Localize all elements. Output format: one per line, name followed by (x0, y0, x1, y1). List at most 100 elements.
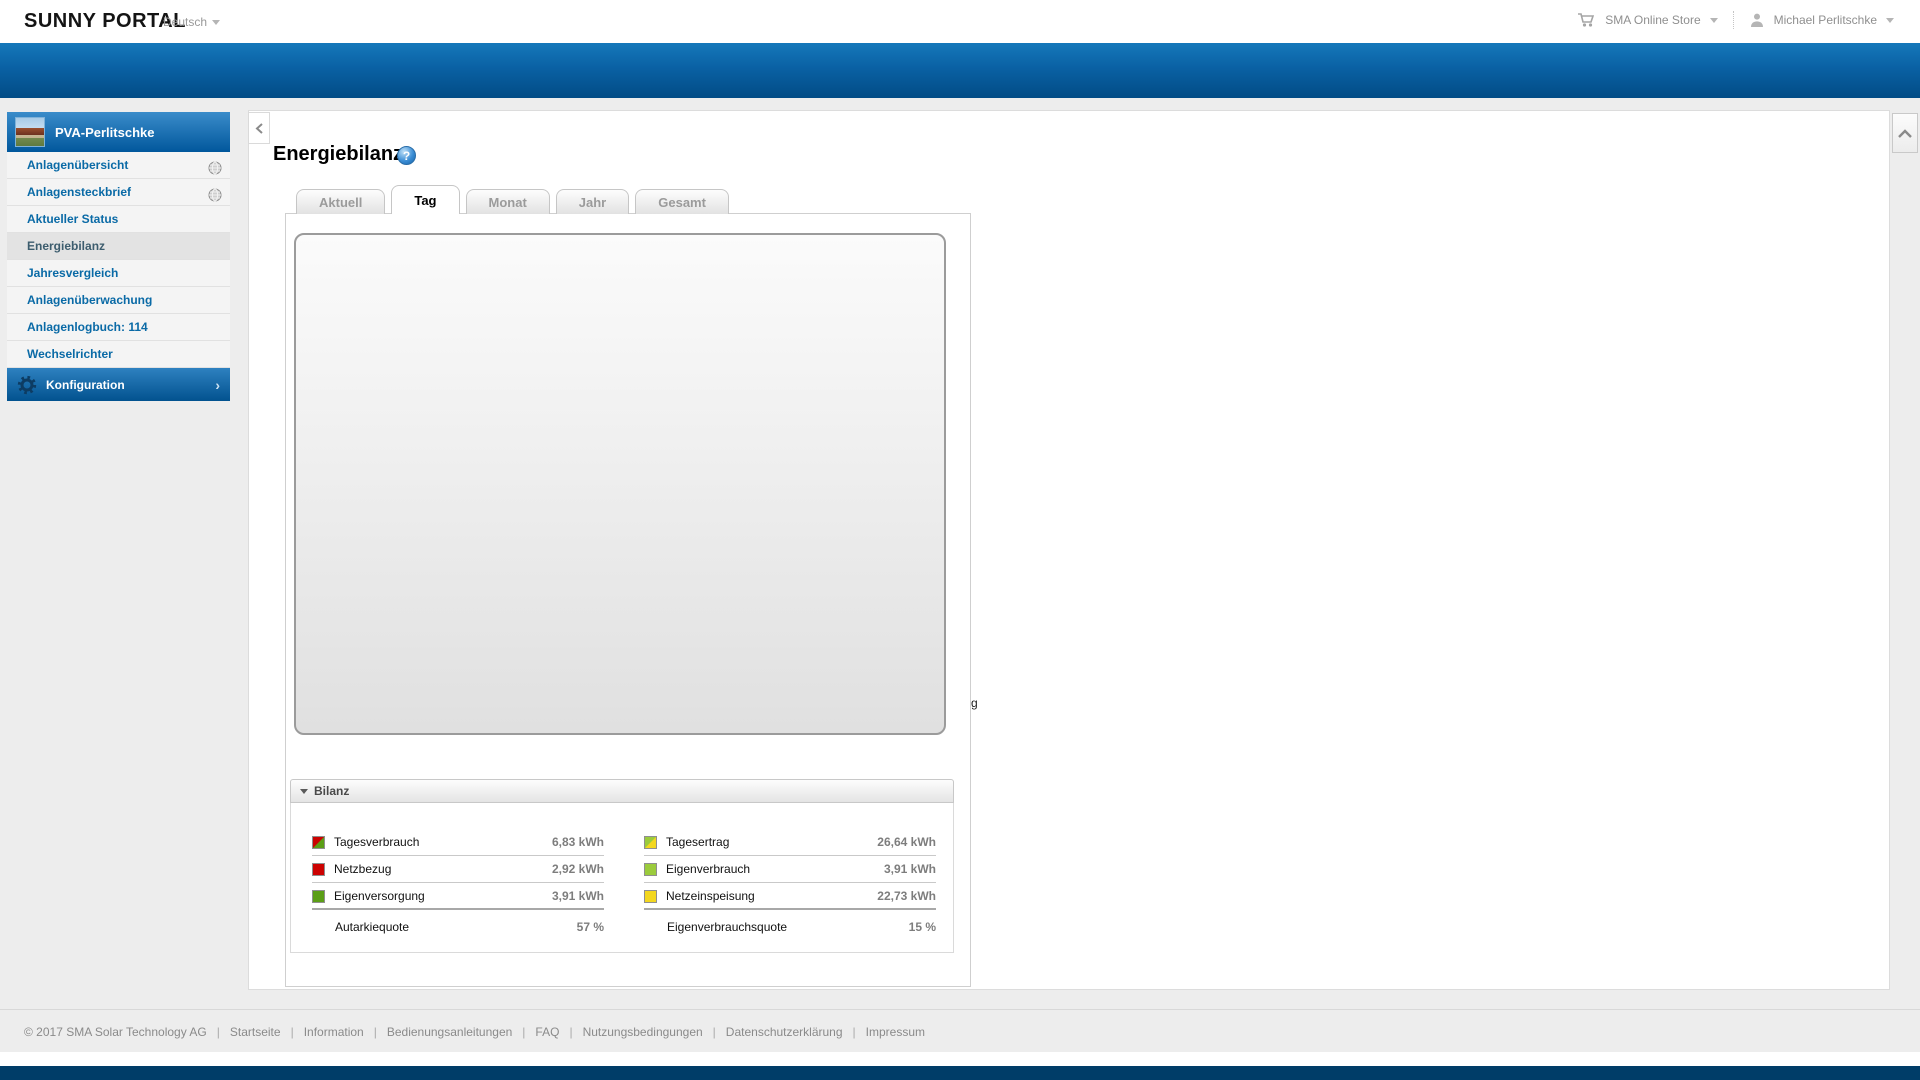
sidebar-menu: Anlagenübersicht Anlagensteckbrief Aktuell… (7, 152, 230, 368)
plant-photo-thumbnail (15, 117, 45, 147)
chevron-right-icon: › (215, 376, 220, 393)
sidebar: PVA-Perlitschke Anlagenübersicht Anlagens… (7, 112, 230, 401)
bilanz-left-column: Tagesverbrauch 6,83 kWh Netzbezug 2,92 kWh E… (312, 829, 604, 952)
user-icon (1749, 12, 1765, 28)
balance-value: 3,91 kWh (551, 888, 604, 903)
store-menu[interactable]: SMA Online Store (1605, 13, 1700, 27)
balance-swatch (644, 863, 657, 876)
plant-name: PVA-Perlitschke (55, 124, 155, 140)
language-label: Deutsch (163, 15, 208, 29)
sidebar-item-anlagensteckbrief[interactable]: Anlagensteckbrief (7, 179, 230, 206)
collapse-triangle-icon (300, 788, 308, 794)
chevron-down-icon (1886, 17, 1894, 23)
tab-aktuell[interactable]: Aktuell (296, 189, 386, 214)
sunny-portal-app: SUNNY PORTAL Deutsch SMA Online Store Mi… (0, 0, 1920, 1080)
balance-label: Netzbezug (334, 862, 392, 876)
footer-link-information[interactable]: Information (304, 1025, 364, 1039)
language-dropdown[interactable]: Deutsch (163, 15, 221, 29)
sidebar-item-konfiguration[interactable]: Konfiguration › (7, 368, 230, 401)
sidebar-item-anlagen-berwachung[interactable]: Anlagenüberwachung (7, 287, 230, 314)
balance-swatch (312, 836, 325, 849)
sidebar-item-label: Aktueller Status (27, 212, 119, 226)
page-title: Energiebilanz (273, 143, 404, 165)
divider (1732, 11, 1734, 29)
balance-value: 3,91 kWh (883, 862, 936, 876)
balance-quote-label: Autarkiequote (335, 920, 410, 934)
bilanz-body: Tagesverbrauch 6,83 kWh Netzbezug 2,92 kWh E… (290, 803, 954, 953)
balance-swatch (312, 889, 325, 903)
sidebar-item-label: Anlagensteckbrief (27, 185, 132, 199)
sidebar-item-jahresvergleich[interactable]: Jahresvergleich (7, 260, 230, 287)
balance-value: 22,73 kWh (877, 888, 936, 903)
footer-link-bedienungsanleitungen[interactable]: Bedienungsanleitungen (387, 1025, 512, 1039)
tab-jahr[interactable]: Jahr (555, 189, 630, 214)
tab-monat[interactable]: Monat (465, 189, 550, 214)
balance-label: Tagesverbrauch (334, 835, 420, 849)
footer-separator: | (373, 1025, 377, 1039)
balance-swatch (644, 836, 657, 849)
gear-icon (17, 375, 37, 395)
sidebar-item-label: Jahresvergleich (27, 266, 119, 280)
chevron-down-icon (1709, 17, 1718, 23)
footer-link-startseite[interactable]: Startseite (230, 1025, 281, 1039)
help-icon[interactable]: ? (397, 146, 416, 165)
balance-quote-value: 57 % (576, 920, 604, 934)
footer-link-faq[interactable]: FAQ (535, 1025, 559, 1039)
balance-quote-row: Autarkiequote 57 % (312, 910, 604, 944)
balance-swatch (644, 889, 657, 903)
sidebar-item-label: Anlagenlogbuch: 114 (27, 320, 148, 334)
scroll-top-button[interactable] (1892, 113, 1918, 153)
balance-value: 26,64 kWh (877, 835, 936, 849)
balance-label: Eigenversorgung (334, 888, 425, 903)
balance-row-tagesertrag: Tagesertrag 26,64 kWh (644, 829, 936, 856)
cart-icon (1577, 12, 1596, 28)
balance-row-tagesverbrauch: Tagesverbrauch 6,83 kWh (312, 829, 604, 856)
user-menu[interactable]: Michael Perlitschke (1774, 13, 1877, 27)
footer-separator: | (290, 1025, 294, 1039)
sunny-portal-logo: SUNNY PORTAL (24, 10, 186, 32)
chevron-down-icon (212, 19, 221, 25)
copyright-text: © 2017 SMA Solar Technology AG (24, 1025, 207, 1039)
sidebar-item-energiebilanz[interactable]: Energiebilanz (7, 233, 230, 260)
footer-link-nutzungsbedingungen[interactable]: Nutzungsbedingungen (583, 1025, 703, 1039)
sidebar-item-label: Wechselrichter (27, 347, 113, 361)
sidebar-plant-header[interactable]: PVA-Perlitschke (7, 112, 230, 152)
footer-navy-bar (0, 1066, 1920, 1080)
tab-gesamt[interactable]: Gesamt (635, 189, 729, 214)
footer-separator: | (522, 1025, 526, 1039)
footer-divider (0, 1009, 1920, 1010)
footer-separator: | (712, 1025, 716, 1039)
balance-row-netzbezug: Netzbezug 2,92 kWh (312, 856, 604, 883)
balance-label: Tagesertrag (666, 835, 730, 849)
sidebar-item-label: Anlagenüberwachung (27, 293, 153, 307)
sidebar-item-aktueller-status[interactable]: Aktueller Status (7, 206, 230, 233)
tab-tag[interactable]: Tag (391, 185, 460, 214)
footer-link-impressum[interactable]: Impressum (866, 1025, 925, 1039)
footer-link-datenschutzerkl-rung[interactable]: Datenschutzerklärung (726, 1025, 843, 1039)
bilanz-header[interactable]: Bilanz (290, 779, 954, 803)
sidebar-item-label: Energiebilanz (27, 239, 106, 253)
balance-label: Eigenverbrauch (666, 862, 751, 876)
balance-value: 2,92 kWh (551, 862, 604, 876)
balance-row-eigenversorgung: Eigenversorgung 3,91 kWh (312, 883, 604, 910)
balance-value: 6,83 kWh (551, 835, 604, 849)
balance-quote-label: Eigenverbrauchsquote (667, 920, 788, 934)
collapse-sidebar-button[interactable] (248, 112, 270, 144)
footer-links: | Startseite | Information | Bedienungsanleit… (207, 1025, 925, 1039)
period-tabs: Aktuell Tag Monat Jahr Gesamt (296, 185, 729, 214)
sidebar-item-label: Konfiguration (46, 377, 125, 392)
sidebar-item-anlagen-bersicht[interactable]: Anlagenübersicht (7, 152, 230, 179)
balance-swatch (312, 863, 325, 876)
blue-header-band (0, 43, 1920, 98)
footer-separator: | (216, 1025, 220, 1039)
balance-row-netzeinspeisung: Netzeinspeisung 22,73 kWh (644, 883, 936, 910)
footer: © 2017 SMA Solar Technology AG | Startsei… (24, 1025, 925, 1039)
top-right-menu: SMA Online Store Michael Perlitschke (1577, 11, 1894, 29)
bilanz-right-column: Tagesertrag 26,64 kWh Eigenverbrauch 3,91 k… (644, 829, 936, 952)
sidebar-item-anlagenlogbuch-114[interactable]: Anlagenlogbuch: 114 (7, 314, 230, 341)
sidebar-item-wechselrichter[interactable]: Wechselrichter (7, 341, 230, 368)
top-bar: SUNNY PORTAL Deutsch SMA Online Store Mi… (0, 0, 1920, 43)
bilanz-title: Bilanz (314, 784, 350, 798)
bilanz-panel: Bilanz Tagesverbrauch 6,83 kWh Netzbezug 2,… (290, 779, 954, 953)
footer-separator: | (852, 1025, 856, 1039)
